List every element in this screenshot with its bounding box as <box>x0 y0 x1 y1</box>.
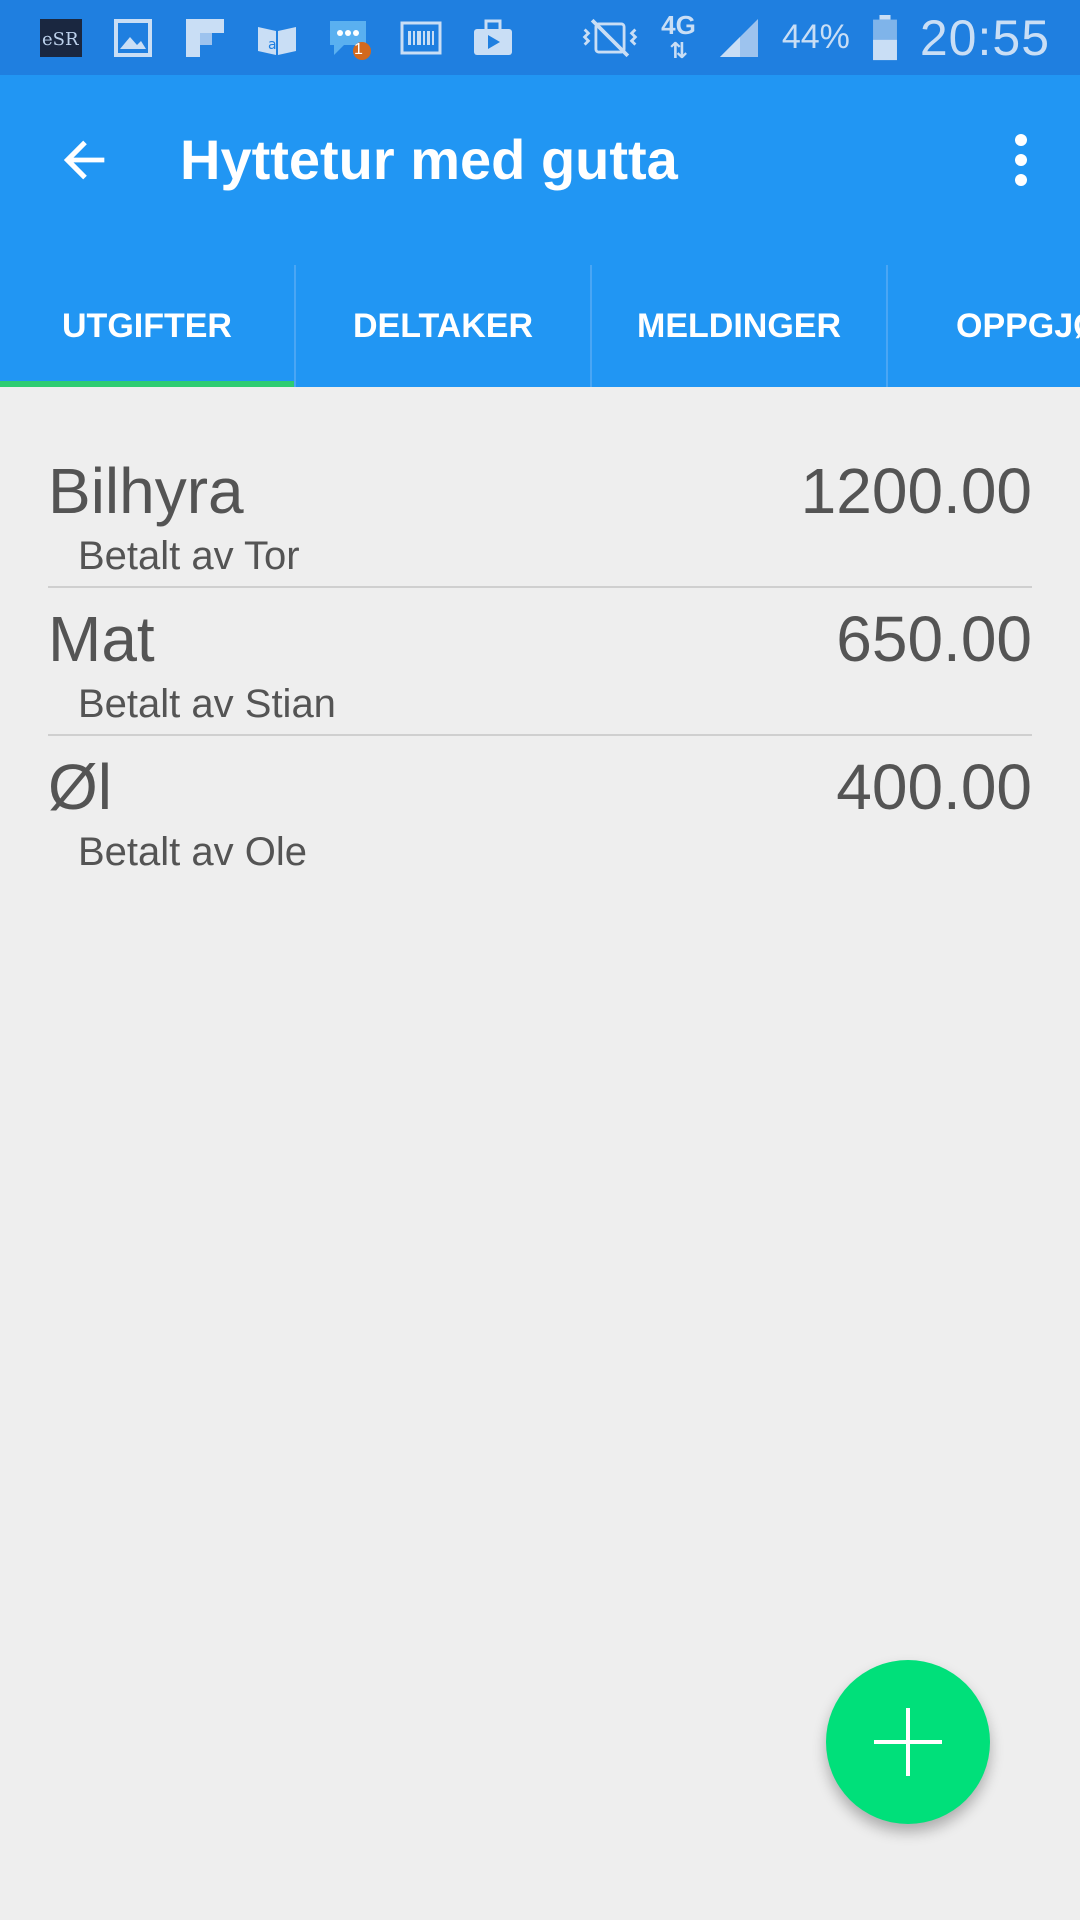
svg-text:a: a <box>268 37 277 53</box>
expense-payer: Betalt av Ole <box>78 830 308 874</box>
app-thumbnail-icon: eSR <box>36 13 86 63</box>
expense-name: Øl <box>48 751 112 823</box>
expense-payer: Betalt av Stian <box>78 682 336 726</box>
toolbox-icon <box>468 13 518 63</box>
more-vert-icon <box>1015 134 1027 186</box>
page-title: Hyttetur med gutta <box>180 128 678 191</box>
expense-item[interactable]: Øl 400.00 Betalt av Ole <box>48 736 1032 884</box>
expense-list: Bilhyra 1200.00 Betalt av Tor Mat 650.00… <box>48 440 1032 884</box>
expense-item[interactable]: Bilhyra 1200.00 Betalt av Tor <box>48 440 1032 588</box>
system-icons: 4G ⇅ 44% 20:55 <box>577 0 1050 75</box>
toolbar: Hyttetur med gutta <box>0 75 1080 243</box>
gallery-icon <box>108 13 158 63</box>
expense-payer: Betalt av Tor <box>78 534 300 578</box>
notification-icons: eSR a 1 <box>36 13 518 63</box>
tab-bar: UTGIFTER DELTAKER MELDINGER OPPGJØR <box>0 265 1080 387</box>
flipboard-icon <box>180 13 230 63</box>
messages-icon: 1 <box>324 13 374 63</box>
tab-label: UTGIFTER <box>62 306 232 345</box>
mute-vibrate-icon <box>577 13 643 63</box>
more-options-button[interactable] <box>986 125 1056 195</box>
tab-label: OPPGJØR <box>956 306 1080 345</box>
expense-amount: 400.00 <box>836 751 1032 823</box>
status-bar: eSR a 1 4G ⇅ 44% 20:55 <box>0 0 1080 75</box>
tab-utgifter[interactable]: UTGIFTER <box>0 265 296 387</box>
clock: 20:55 <box>919 9 1050 66</box>
add-icon <box>874 1708 942 1776</box>
barcode-icon <box>396 13 446 63</box>
tab-label: MELDINGER <box>637 306 841 345</box>
tab-deltaker[interactable]: DELTAKER <box>296 265 592 387</box>
back-button[interactable] <box>50 125 120 195</box>
add-expense-button[interactable] <box>826 1660 990 1824</box>
expense-item[interactable]: Mat 650.00 Betalt av Stian <box>48 588 1032 736</box>
svg-text:eSR: eSR <box>42 29 79 50</box>
expense-amount: 1200.00 <box>800 455 1032 527</box>
tab-oppgjor[interactable]: OPPGJØR <box>888 265 1080 387</box>
network-4g-icon: 4G ⇅ <box>661 9 696 63</box>
expense-name: Bilhyra <box>48 455 244 527</box>
network-type-label: 4G <box>661 9 696 40</box>
app-bar: Hyttetur med gutta UTGIFTER DELTAKER MEL… <box>0 75 1080 387</box>
notification-badge: 1 <box>354 40 363 58</box>
signal-icon <box>714 13 764 63</box>
kindle-icon: a <box>252 13 302 63</box>
tab-meldinger[interactable]: MELDINGER <box>592 265 888 387</box>
tab-label: DELTAKER <box>352 306 534 345</box>
arrow-back-icon <box>63 140 105 180</box>
battery-icon <box>868 13 902 63</box>
expense-name: Mat <box>48 603 155 675</box>
expense-amount: 650.00 <box>836 603 1032 675</box>
battery-percent: 44% <box>781 18 850 56</box>
